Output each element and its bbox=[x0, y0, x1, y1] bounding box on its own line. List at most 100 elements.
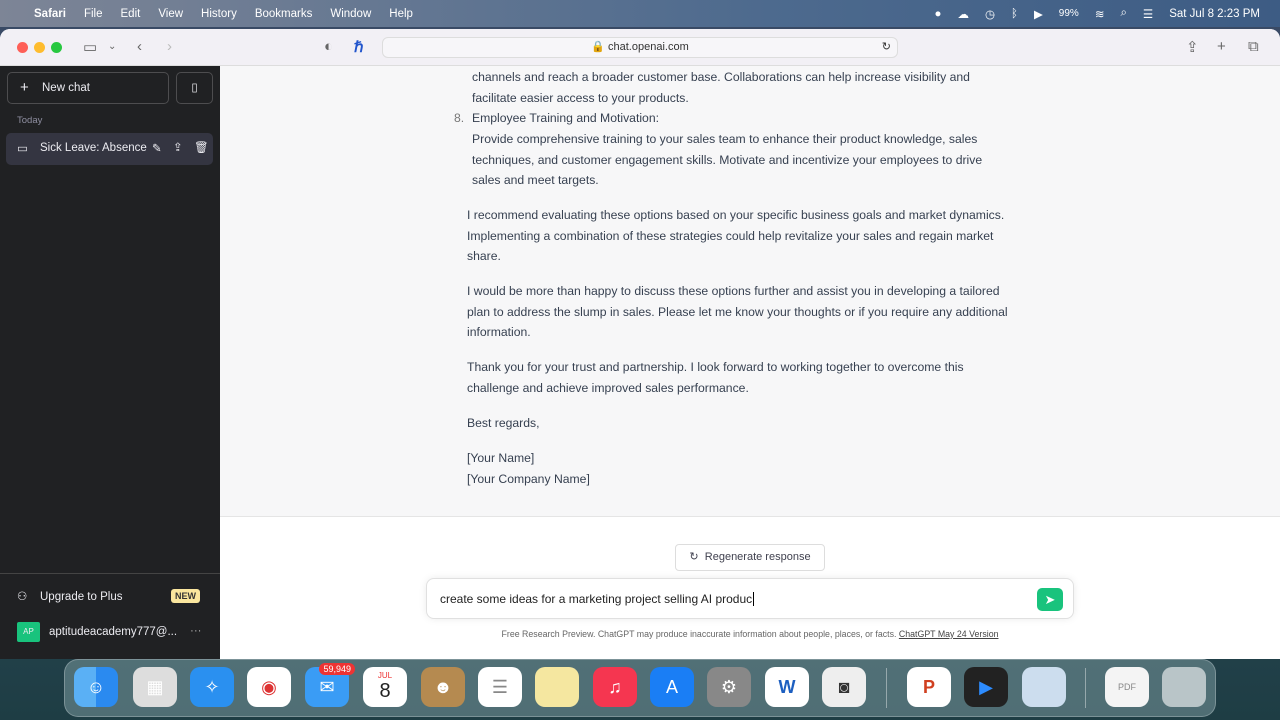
powerpoint-icon[interactable]: P bbox=[907, 667, 951, 707]
record-icon[interactable]: ● bbox=[935, 8, 942, 20]
account-menu[interactable]: AP aptitudeacademy777@... ··· bbox=[7, 620, 213, 646]
upgrade-label: Upgrade to Plus bbox=[40, 591, 123, 603]
cloud-icon[interactable]: ☁ bbox=[957, 7, 969, 21]
sidebar: + New chat ▯ Today ▭ Sick Leave: Absence… bbox=[0, 66, 220, 659]
contacts-icon[interactable]: ☻ bbox=[421, 667, 465, 707]
trash-icon[interactable] bbox=[1162, 667, 1206, 707]
caret bbox=[753, 592, 755, 606]
dock-separator bbox=[886, 668, 887, 708]
input-text: create some ideas for a marketing projec… bbox=[440, 592, 753, 606]
finder-icon[interactable]: ☺ bbox=[74, 667, 118, 707]
paragraph: [Your Name] bbox=[467, 451, 535, 465]
share-icon[interactable]: ⇪ bbox=[1186, 38, 1199, 56]
regenerate-button[interactable]: ↻ Regenerate response bbox=[675, 544, 825, 571]
disclaimer: Free Research Preview. ChatGPT may produ… bbox=[220, 629, 1280, 639]
menu-edit[interactable]: Edit bbox=[121, 8, 141, 20]
send-icon: ➤ bbox=[1044, 592, 1056, 607]
reload-icon[interactable]: ↻ bbox=[882, 38, 891, 57]
sidebar-toggle-icon[interactable]: ▭ bbox=[83, 38, 97, 56]
paragraph: [Your Company Name] bbox=[467, 472, 590, 486]
safari-window: ▭ ⌄ ‹ › ◐ ℏ 🔒 chat.openai.com ↻ ⇪ + ⧉ + N… bbox=[0, 29, 1280, 659]
play-icon[interactable]: ▶ bbox=[1034, 7, 1043, 21]
share-icon[interactable]: ⇪ bbox=[173, 140, 183, 154]
upgrade-button[interactable]: ⚇ Upgrade to Plus NEW bbox=[7, 584, 213, 610]
shield-icon[interactable]: ◐ bbox=[324, 38, 333, 55]
search-icon[interactable]: ⌕ bbox=[1120, 7, 1126, 20]
forward-icon[interactable]: › bbox=[167, 38, 172, 55]
menu-bookmarks[interactable]: Bookmarks bbox=[255, 8, 313, 20]
list-item-tail: channels and reach a broader customer ba… bbox=[472, 70, 970, 105]
chat-main: channels and reach a broader customer ba… bbox=[220, 66, 1280, 659]
edit-icon[interactable]: ✎ bbox=[152, 141, 162, 155]
screenshot-icon[interactable]: ◙ bbox=[822, 667, 866, 707]
music-icon[interactable]: ♫ bbox=[593, 667, 637, 707]
mail-icon[interactable]: ✉ 59,949 bbox=[305, 663, 355, 707]
paragraph: Thank you for your trust and partnership… bbox=[467, 360, 964, 395]
regenerate-label: Regenerate response bbox=[704, 551, 811, 563]
trash-icon[interactable]: 🗑 bbox=[194, 140, 209, 154]
calendar-day: 8 bbox=[379, 680, 391, 702]
divider bbox=[0, 573, 220, 574]
new-tab-icon[interactable]: + bbox=[1217, 38, 1226, 55]
minimize-button[interactable] bbox=[34, 42, 45, 53]
menu-history[interactable]: History bbox=[201, 8, 237, 20]
list-item-title: Employee Training and Motivation: bbox=[472, 111, 659, 125]
back-icon[interactable]: ‹ bbox=[137, 38, 142, 55]
disclaimer-text: Free Research Preview. ChatGPT may produ… bbox=[501, 629, 897, 639]
launchpad-icon[interactable]: ▦ bbox=[133, 667, 177, 707]
chat-title: Sick Leave: Absence bbox=[40, 142, 147, 154]
close-button[interactable] bbox=[17, 42, 28, 53]
menu-app[interactable]: Safari bbox=[34, 8, 66, 20]
send-button[interactable]: ➤ bbox=[1037, 588, 1063, 611]
version-link[interactable]: ChatGPT May 24 Version bbox=[899, 629, 999, 639]
zoom-app-icon[interactable]: ▶ bbox=[964, 667, 1008, 707]
chrome-icon[interactable]: ◉ bbox=[247, 667, 291, 707]
notes-icon[interactable] bbox=[535, 667, 579, 707]
message-input[interactable]: create some ideas for a marketing projec… bbox=[426, 578, 1074, 619]
chat-bubble-icon: ▭ bbox=[17, 143, 28, 155]
dock: ☺ ▦ ✧ ◉ ✉ 59,949 JUL 8 ☻ ☰ ♫ A ⚙ W ◙ P ▶ P… bbox=[64, 659, 1216, 717]
tabs-overview-icon[interactable]: ⧉ bbox=[1248, 38, 1259, 55]
mail-badge: 59,949 bbox=[319, 663, 355, 675]
menu-bar: Safari File Edit View History Bookmarks … bbox=[0, 0, 1280, 27]
preview-icon[interactable] bbox=[1022, 667, 1066, 707]
calendar-icon[interactable]: JUL 8 bbox=[363, 667, 407, 707]
address-bar[interactable]: 🔒 chat.openai.com ↻ bbox=[382, 37, 898, 58]
chat-item[interactable]: ▭ Sick Leave: Absence ✎ ⇪ 🗑 bbox=[6, 133, 213, 165]
composer-area: ↻ Regenerate response create some ideas … bbox=[220, 516, 1280, 659]
battery-text[interactable]: 99% bbox=[1059, 8, 1079, 19]
menu-help[interactable]: Help bbox=[389, 8, 413, 20]
reminders-icon[interactable]: ☰ bbox=[478, 667, 522, 707]
dock-separator bbox=[1085, 668, 1086, 708]
app-store-icon[interactable]: A bbox=[650, 667, 694, 707]
control-center-icon[interactable]: ☰ bbox=[1143, 7, 1153, 21]
system-settings-icon[interactable]: ⚙ bbox=[707, 667, 751, 707]
zoom-button[interactable] bbox=[51, 42, 62, 53]
menu-view[interactable]: View bbox=[158, 8, 183, 20]
section-today: Today bbox=[17, 115, 43, 126]
menu-window[interactable]: Window bbox=[330, 8, 371, 20]
time-machine-icon[interactable]: ◷ bbox=[985, 7, 995, 21]
new-badge: NEW bbox=[171, 589, 200, 603]
new-chat-label: New chat bbox=[42, 82, 90, 94]
bluetooth-icon[interactable]: ᛒ bbox=[1011, 8, 1018, 20]
paragraph: I would be more than happy to discuss th… bbox=[467, 284, 1008, 339]
new-chat-button[interactable]: + New chat bbox=[7, 72, 169, 104]
list-item-body: Provide comprehensive training to your s… bbox=[472, 132, 983, 187]
chevron-down-icon[interactable]: ⌄ bbox=[108, 41, 116, 52]
paragraph: I recommend evaluating these options bas… bbox=[467, 208, 1005, 263]
wifi-icon[interactable]: ≋ bbox=[1095, 7, 1105, 21]
paragraph: Best regards, bbox=[467, 416, 540, 430]
safari-icon[interactable]: ✧ bbox=[190, 667, 234, 707]
user-icon: ⚇ bbox=[17, 591, 28, 603]
pdf-document-icon[interactable]: PDF bbox=[1105, 667, 1149, 707]
hide-sidebar-button[interactable]: ▯ bbox=[176, 72, 213, 104]
extension-icon[interactable]: ℏ bbox=[354, 38, 364, 56]
clock[interactable]: Sat Jul 8 2:23 PM bbox=[1169, 8, 1260, 20]
menu-file[interactable]: File bbox=[84, 8, 103, 20]
plus-icon: + bbox=[20, 79, 29, 96]
refresh-icon: ↻ bbox=[689, 551, 699, 563]
more-icon[interactable]: ··· bbox=[190, 625, 202, 637]
word-icon[interactable]: W bbox=[765, 667, 809, 707]
avatar: AP bbox=[17, 622, 40, 642]
